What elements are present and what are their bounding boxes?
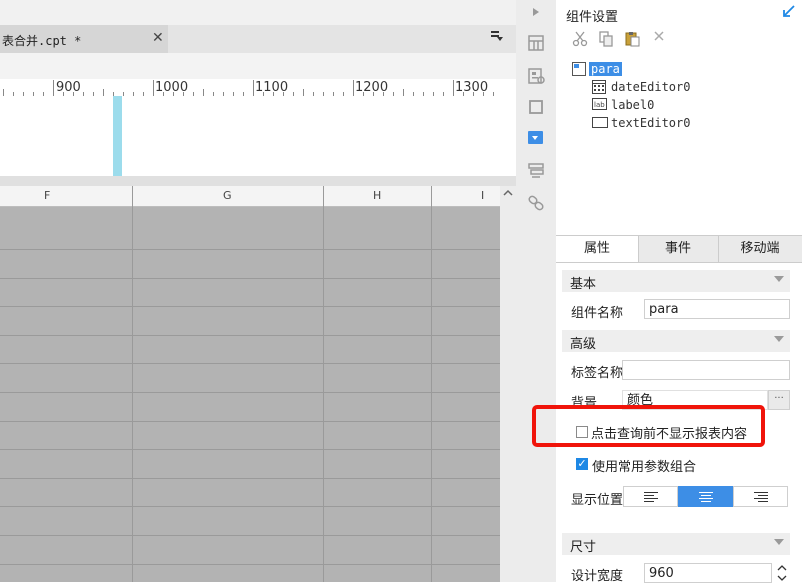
report-grid[interactable] [0, 206, 500, 582]
vertical-scrollbar[interactable] [500, 186, 516, 582]
calendar-icon [592, 80, 606, 94]
ruler-tick [3, 89, 4, 96]
widget-settings-icon[interactable] [523, 128, 549, 148]
section-advanced[interactable]: 高级 [562, 330, 790, 352]
file-tab-title[interactable]: 表合并.cpt * [2, 32, 81, 49]
align-center-button[interactable] [678, 486, 733, 507]
section-basic-label: 基本 [570, 277, 597, 292]
widget-name-label: 组件名称 [571, 306, 624, 321]
collapse-chevron-icon[interactable] [774, 276, 784, 282]
pin-arrow-icon[interactable] [782, 4, 796, 22]
row-divider [0, 335, 500, 336]
ruler-tick [303, 89, 304, 96]
tab-menu-icon[interactable] [490, 30, 504, 45]
row-divider [0, 506, 500, 507]
expand-arrow-icon[interactable] [526, 2, 546, 22]
column-label[interactable]: H [373, 189, 381, 202]
pane-separator[interactable] [0, 176, 516, 186]
para-node-icon [572, 62, 586, 76]
row-divider [0, 278, 500, 279]
row-divider [0, 535, 500, 536]
column-label[interactable]: G [223, 189, 232, 202]
editor-top-strip [0, 0, 516, 25]
column-header: F G H I [0, 186, 500, 207]
tag-name-input[interactable] [622, 360, 790, 380]
label-widget-icon: lab [592, 98, 607, 110]
align-right-icon [753, 491, 768, 502]
hide-before-query-label[interactable]: 点击查询前不显示报表内容 [591, 423, 747, 442]
parameter-canvas[interactable] [0, 96, 500, 176]
delete-icon[interactable] [652, 29, 666, 47]
cut-icon[interactable] [572, 31, 588, 51]
data-binding-icon[interactable] [526, 160, 546, 180]
row-divider [0, 564, 500, 565]
row-divider [0, 249, 500, 250]
align-left-icon [643, 491, 658, 502]
ruler-tick [153, 80, 154, 96]
display-position-label: 显示位置 [571, 493, 624, 508]
ruler-tick [453, 80, 454, 96]
icon-rail [516, 0, 557, 582]
section-size-label: 尺寸 [570, 540, 597, 555]
link-icon[interactable] [526, 193, 546, 213]
row-divider [0, 392, 500, 393]
section-advanced-label: 高级 [570, 337, 597, 352]
ruler-tick [403, 89, 404, 96]
tree-node-root[interactable]: para [589, 62, 622, 76]
row-divider [0, 478, 500, 479]
scroll-up-icon[interactable] [503, 189, 513, 200]
design-width-label: 设计宽度 [571, 569, 624, 584]
layout-icon[interactable] [526, 33, 546, 53]
ruler-tick [103, 89, 104, 96]
row-divider [0, 363, 500, 364]
use-common-params-label[interactable]: 使用常用参数组合 [592, 456, 696, 475]
ruler-tick [353, 80, 354, 96]
use-common-params-checkbox[interactable]: ✓ [576, 458, 588, 470]
property-tabs: 属性 事件 移动端 [556, 235, 802, 263]
column-label[interactable]: I [481, 189, 484, 202]
copy-icon[interactable] [598, 31, 614, 51]
section-basic[interactable]: 基本 [562, 270, 790, 292]
tab-properties[interactable]: 属性 [556, 236, 639, 262]
tab-events[interactable]: 事件 [638, 236, 719, 262]
widget-name-input[interactable]: para [644, 299, 790, 319]
column-divider [323, 186, 324, 582]
design-width-input[interactable]: 960 [644, 563, 772, 583]
paste-icon[interactable] [624, 31, 640, 51]
align-left-button[interactable] [623, 486, 678, 507]
ruler-tick [253, 80, 254, 96]
svg-text:lab: lab [594, 101, 605, 109]
tree-node-text-editor[interactable]: textEditor0 [611, 116, 690, 130]
collapse-chevron-icon[interactable] [774, 539, 784, 545]
text-field-icon [592, 117, 608, 128]
section-size[interactable]: 尺寸 [562, 533, 790, 555]
tab-mobile[interactable]: 移动端 [718, 236, 802, 262]
background-more-button[interactable]: ··· [768, 390, 790, 410]
align-right-button[interactable] [733, 486, 788, 507]
tree-node-label[interactable]: label0 [611, 98, 654, 112]
editor-gap [0, 53, 516, 79]
align-center-icon [698, 491, 713, 502]
column-label[interactable]: F [44, 189, 50, 202]
ruler-tick [203, 89, 204, 96]
horizontal-ruler: 900 1000 1100 1200 1300 [0, 79, 500, 97]
close-tab-icon[interactable]: ✕ [152, 30, 164, 46]
row-divider [0, 306, 500, 307]
column-divider [132, 186, 133, 582]
tag-name-label: 标签名称 [571, 366, 624, 381]
ruler-label: 900 [56, 80, 81, 95]
ruler-tick [53, 80, 54, 96]
frame-icon[interactable] [526, 97, 546, 117]
widget-library-icon[interactable] [526, 66, 546, 86]
tree-node-date-editor[interactable]: dateEditor0 [611, 80, 690, 94]
design-width-stepper[interactable] [774, 563, 790, 582]
row-divider [0, 421, 500, 422]
row-divider [0, 449, 500, 450]
hide-before-query-checkbox[interactable] [576, 426, 588, 438]
collapse-chevron-icon[interactable] [774, 336, 784, 342]
column-divider [431, 186, 432, 582]
canvas-boundary-marker[interactable] [113, 96, 122, 176]
panel-title: 组件设置 [566, 10, 619, 25]
